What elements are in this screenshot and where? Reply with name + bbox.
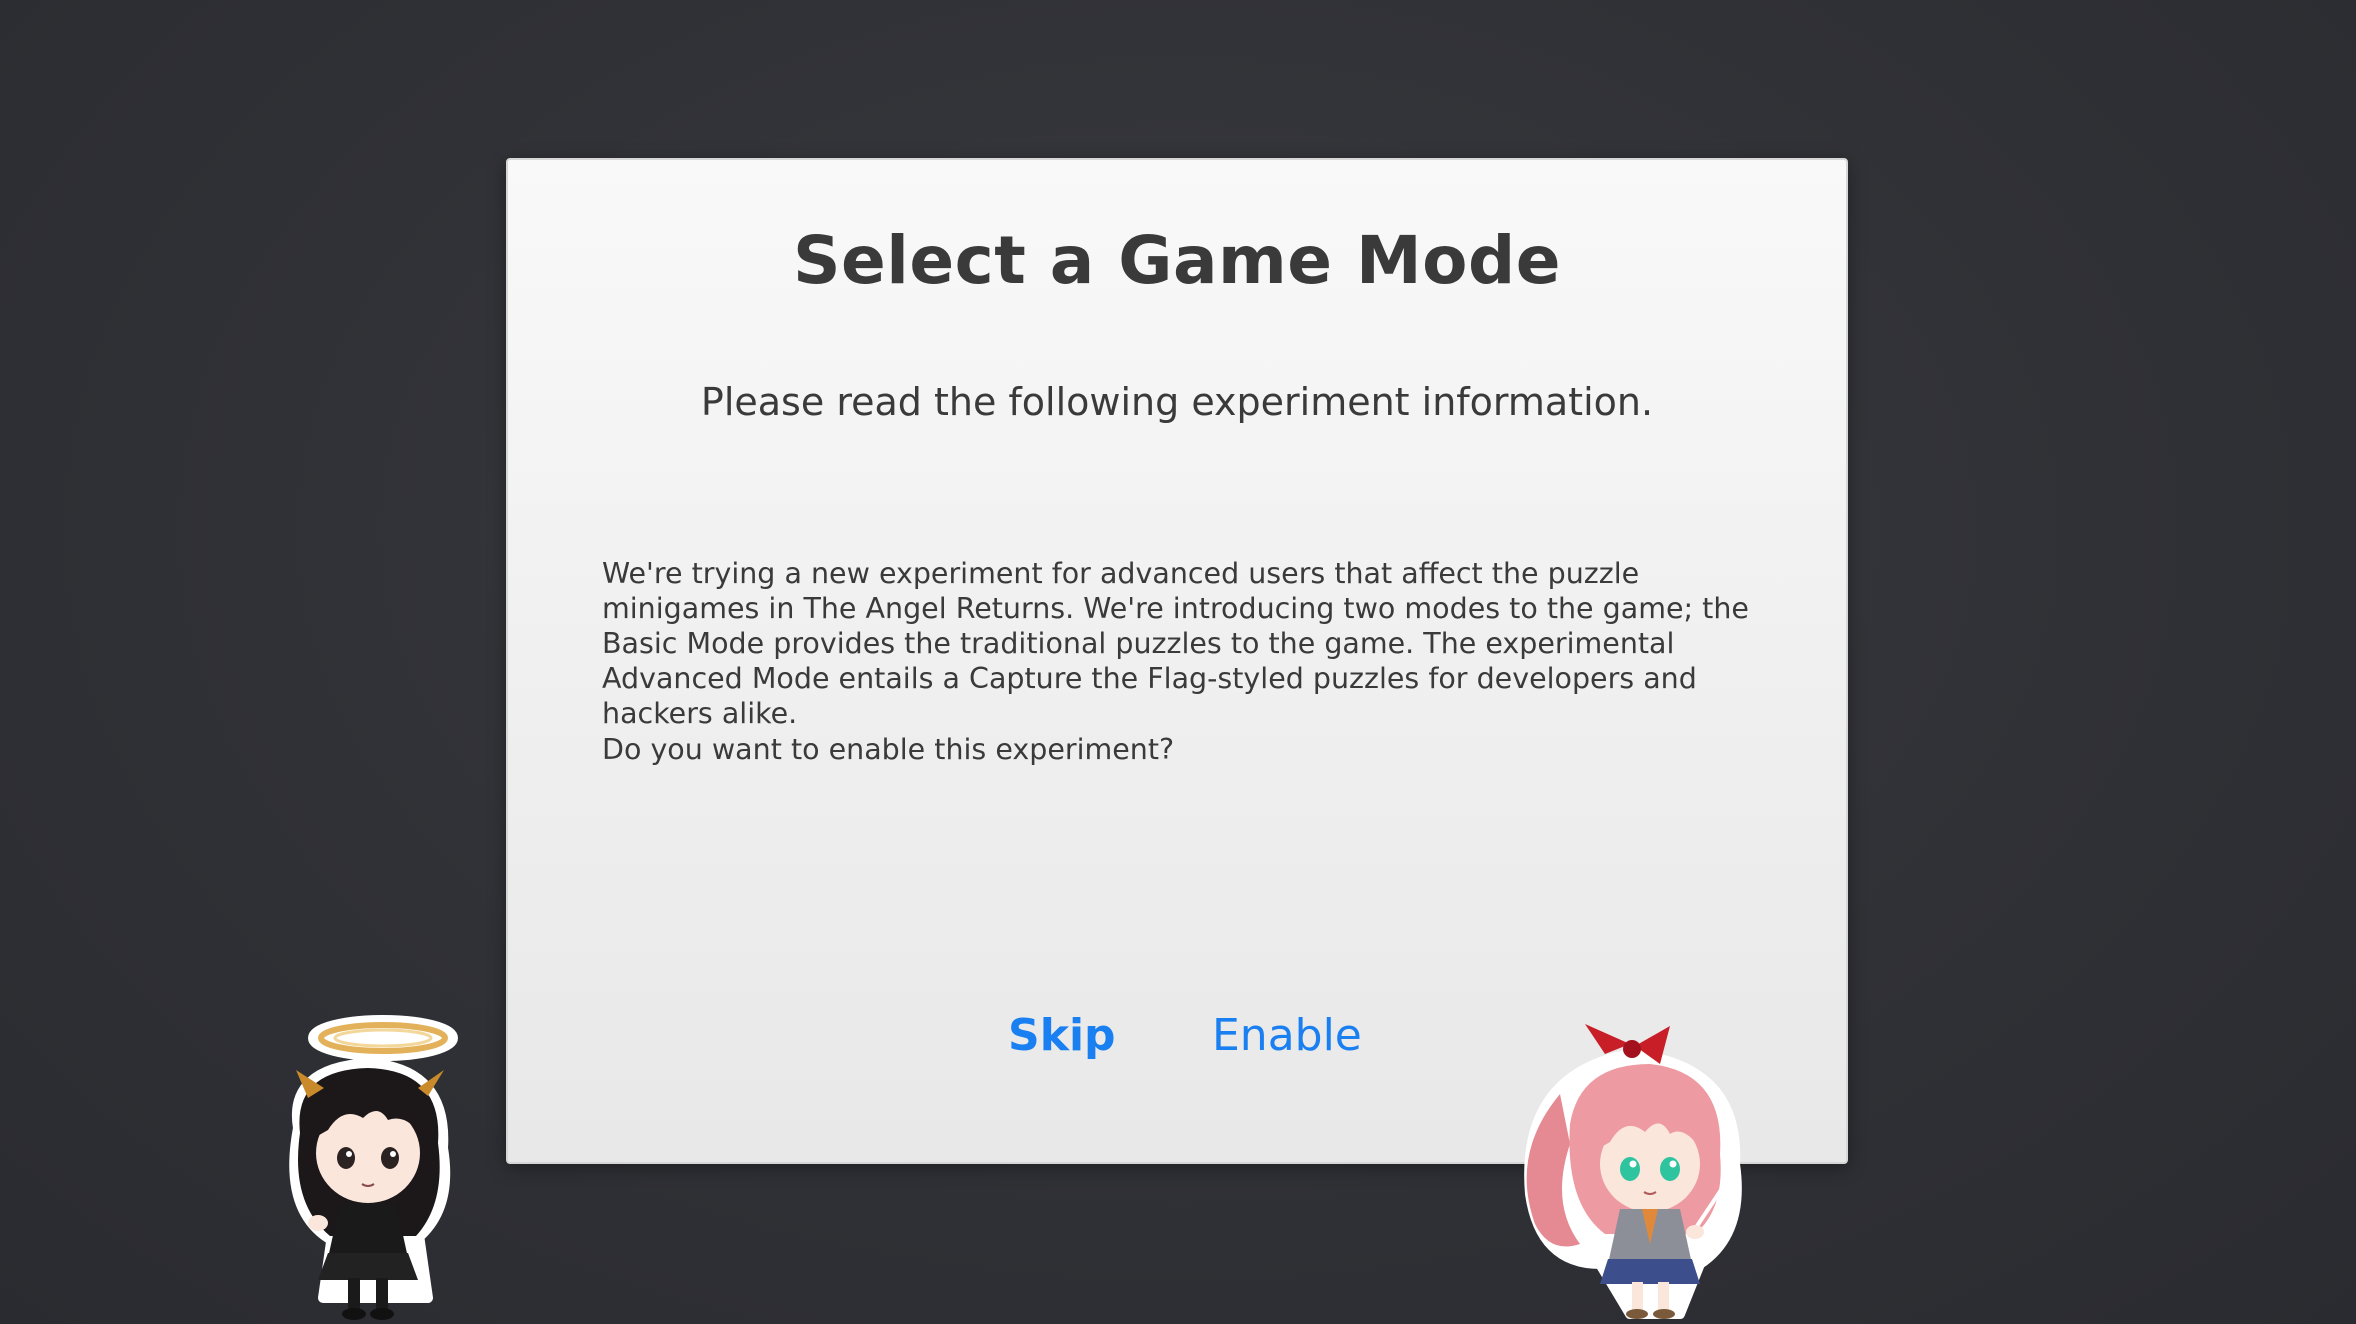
enable-question: Do you want to enable this experiment? <box>602 733 1175 766</box>
experiment-description: We're trying a new experiment for advanc… <box>602 557 1749 730</box>
skip-button[interactable]: Skip <box>1008 1010 1116 1061</box>
enable-button[interactable]: Enable <box>1212 1010 1362 1061</box>
angel-chibi-icon <box>289 1015 458 1320</box>
pink-hair-chibi-icon <box>1524 1024 1742 1319</box>
dialog-subtitle: Please read the following experiment inf… <box>700 380 1654 424</box>
dialog-title: Select a Game Mode <box>792 222 1562 299</box>
